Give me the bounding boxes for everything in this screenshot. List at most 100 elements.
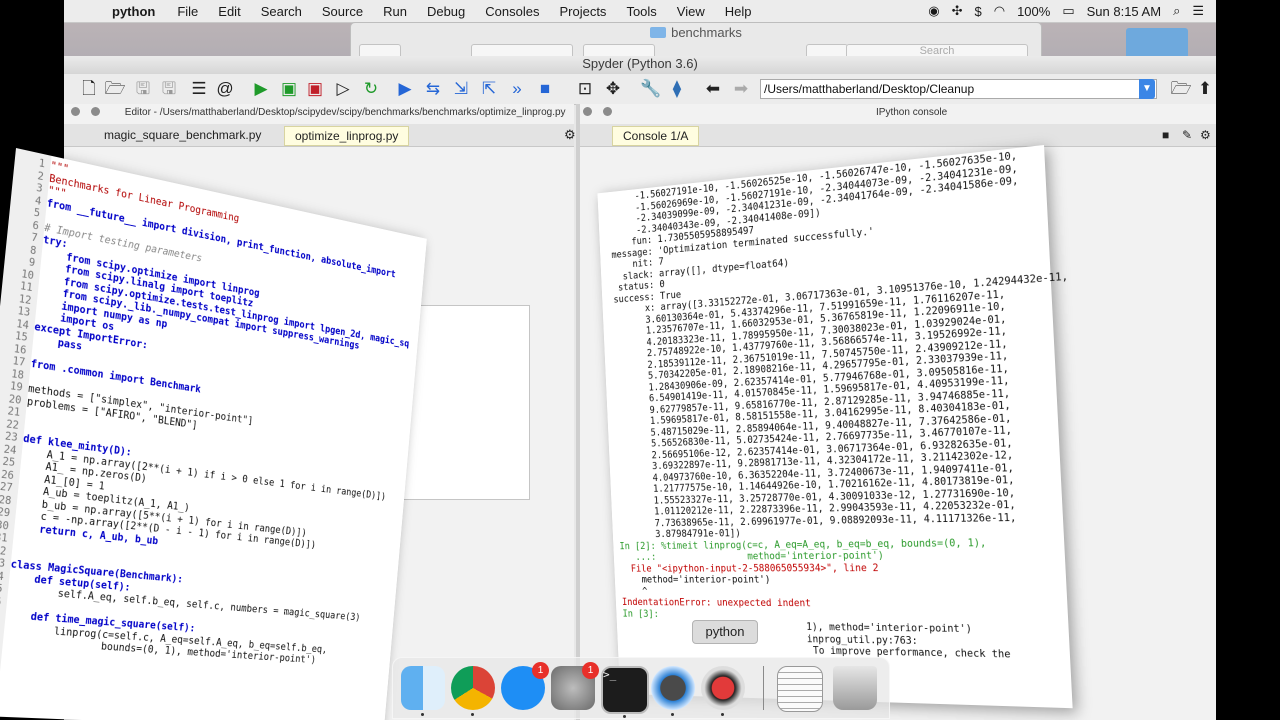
menu-edit[interactable]: Edit bbox=[218, 4, 240, 19]
system-preferences-dock-icon[interactable]: 1 bbox=[551, 666, 595, 710]
at-icon[interactable]: @ bbox=[214, 79, 236, 99]
menu-debug[interactable]: Debug bbox=[427, 4, 465, 19]
dock: 1 1 >_ bbox=[392, 657, 890, 719]
parent-directory-icon[interactable]: ⬆ bbox=[1194, 79, 1216, 99]
new-file-icon[interactable]: 🗋 bbox=[78, 79, 100, 99]
dock-separator bbox=[763, 666, 764, 710]
record-icon[interactable]: ◉ bbox=[928, 3, 939, 19]
tab-console-1a[interactable]: Console 1/A bbox=[612, 126, 699, 146]
chevron-down-icon[interactable]: ▼ bbox=[1139, 79, 1155, 99]
code-text bbox=[11, 545, 12, 558]
maximize-pane-icon[interactable]: ⊡ bbox=[574, 79, 596, 99]
tools-icon[interactable]: ✣ bbox=[952, 3, 963, 19]
menu-consoles[interactable]: Consoles bbox=[485, 4, 539, 19]
rerun-icon[interactable]: ↻ bbox=[360, 79, 382, 99]
menu-help[interactable]: Help bbox=[725, 4, 752, 19]
stop-debug-icon[interactable]: ■ bbox=[534, 79, 556, 99]
run-cell-advance-icon[interactable]: ▣ bbox=[304, 79, 326, 99]
menu-view[interactable]: View bbox=[677, 4, 705, 19]
step-into-icon[interactable]: ⇲ bbox=[450, 79, 472, 99]
line-number: 34 bbox=[0, 568, 4, 583]
search-icon[interactable]: ⌕ bbox=[1173, 3, 1180, 19]
terminal-dock-icon[interactable]: >_ bbox=[601, 666, 649, 714]
close-pane-icon[interactable] bbox=[71, 107, 80, 116]
console-header: IPython console bbox=[576, 104, 1216, 122]
line-number: 37 bbox=[0, 606, 1, 621]
close-console-pane-icon[interactable] bbox=[583, 107, 592, 116]
fullscreen-icon[interactable]: ✥ bbox=[602, 79, 624, 99]
chrome-dock-icon[interactable] bbox=[451, 666, 495, 710]
console-header-title: IPython console bbox=[876, 104, 947, 122]
battery-icon[interactable]: ▭ bbox=[1062, 3, 1074, 19]
working-directory-input[interactable]: /Users/matthaberland/Desktop/Cleanup bbox=[760, 79, 1157, 99]
spyder-dock-icon[interactable] bbox=[701, 666, 745, 710]
app-menu[interactable]: python bbox=[112, 4, 155, 19]
dock-tooltip: python bbox=[692, 620, 758, 644]
letterbox-right bbox=[1216, 0, 1280, 720]
spyder-toolbar: 🗋 🗁 🖫 🖫 ☰ @ ▶ ▣ ▣ ▷ ↻ ▶ ⇆ ⇲ ⇱ » ■ ⊡ ✥ 🔧 … bbox=[64, 74, 1216, 105]
run-icon[interactable]: ▶ bbox=[250, 79, 272, 99]
finder-dock-icon[interactable] bbox=[401, 666, 445, 710]
save-all-icon[interactable]: 🖫 bbox=[158, 79, 180, 99]
ipython-console-output[interactable]: -1.56027191e-10, -1.56026525e-10, -1.560… bbox=[597, 145, 1072, 708]
console-options-gear-icon[interactable]: ⚙ bbox=[1190, 126, 1221, 144]
menu-source[interactable]: Source bbox=[322, 4, 363, 19]
save-icon[interactable]: 🖫 bbox=[132, 79, 154, 99]
code-text bbox=[25, 407, 26, 420]
document-dock-icon[interactable] bbox=[777, 666, 823, 712]
wifi-icon[interactable]: ◠ bbox=[994, 3, 1005, 19]
menu-tools[interactable]: Tools bbox=[626, 4, 656, 19]
desktop: python File Edit Search Source Run Debug… bbox=[0, 0, 1280, 720]
running-indicator bbox=[721, 713, 724, 716]
menu-projects[interactable]: Projects bbox=[559, 4, 606, 19]
list-icon[interactable]: ☰ bbox=[188, 79, 210, 99]
pane-splitter[interactable] bbox=[576, 104, 580, 720]
code-text bbox=[29, 369, 30, 382]
line-number: 35 bbox=[0, 581, 3, 596]
editor-header-path: Editor - /Users/matthaberland/Desktop/sc… bbox=[125, 107, 566, 118]
running-indicator bbox=[671, 713, 674, 716]
console-lines: -1.56027191e-10, -1.56026525e-10, -1.560… bbox=[604, 145, 1088, 662]
tab-optimize-linprog[interactable]: optimize_linprog.py bbox=[284, 126, 409, 146]
open-file-icon[interactable]: 🗁 bbox=[104, 79, 126, 99]
debug-icon[interactable]: ▶ bbox=[394, 79, 416, 99]
step-return-icon[interactable]: ⇱ bbox=[478, 79, 500, 99]
menu-file[interactable]: File bbox=[177, 4, 198, 19]
forward-arrow-icon[interactable]: ➡ bbox=[730, 79, 752, 99]
run-cell-icon[interactable]: ▣ bbox=[278, 79, 300, 99]
continue-icon[interactable]: » bbox=[506, 79, 528, 99]
back-arrow-icon[interactable]: ⬅ bbox=[702, 79, 724, 99]
tab-magic-square-benchmark[interactable]: magic_square_benchmark.py bbox=[94, 126, 271, 144]
code-editor[interactable]: 1 """ 2 Benchmarks for Linear Programming 3 "… bbox=[0, 148, 427, 720]
dollar-icon[interactable]: $ bbox=[974, 4, 981, 19]
code-lines: 1 """ 2 Benchmarks for Linear Programming 3 "… bbox=[0, 153, 418, 670]
line-number: 31 bbox=[0, 530, 8, 545]
running-indicator bbox=[421, 713, 424, 716]
clock[interactable]: Sun 8:15 AM bbox=[1087, 4, 1161, 19]
notification-badge: 1 bbox=[532, 662, 549, 679]
step-icon[interactable]: ⇆ bbox=[422, 79, 444, 99]
undock-pane-icon[interactable] bbox=[91, 107, 100, 116]
undock-console-pane-icon[interactable] bbox=[603, 107, 612, 116]
running-indicator bbox=[623, 715, 626, 718]
app-store-dock-icon[interactable]: 1 bbox=[501, 666, 545, 710]
editor-tab-bar: magic_square_benchmark.py optimize_linpr… bbox=[64, 124, 574, 147]
preferences-wrench-icon[interactable]: 🔧 bbox=[640, 79, 662, 99]
browse-folder-icon[interactable]: 🗁 bbox=[1170, 79, 1192, 99]
battery-percent[interactable]: 100% bbox=[1017, 4, 1050, 19]
running-indicator bbox=[471, 713, 474, 716]
notification-list-icon[interactable]: ☰ bbox=[1192, 3, 1204, 19]
code-text bbox=[24, 419, 25, 432]
menu-run[interactable]: Run bbox=[383, 4, 407, 19]
line-number: 36 bbox=[0, 594, 2, 609]
line-number: 29 bbox=[0, 505, 11, 520]
code-text bbox=[31, 344, 32, 357]
menu-search[interactable]: Search bbox=[261, 4, 302, 19]
console-line: method='interior-point') bbox=[621, 574, 1084, 587]
run-selection-icon[interactable]: ▷ bbox=[332, 79, 354, 99]
quicktime-dock-icon[interactable] bbox=[651, 666, 695, 710]
status-area: ◉ ✣ $ ◠ 100% ▭ Sun 8:15 AM ⌕ ☰ bbox=[928, 0, 1204, 22]
python-path-icon[interactable]: ⧫ bbox=[666, 79, 688, 99]
line-number: 33 bbox=[0, 555, 6, 570]
trash-dock-icon[interactable] bbox=[833, 666, 877, 710]
